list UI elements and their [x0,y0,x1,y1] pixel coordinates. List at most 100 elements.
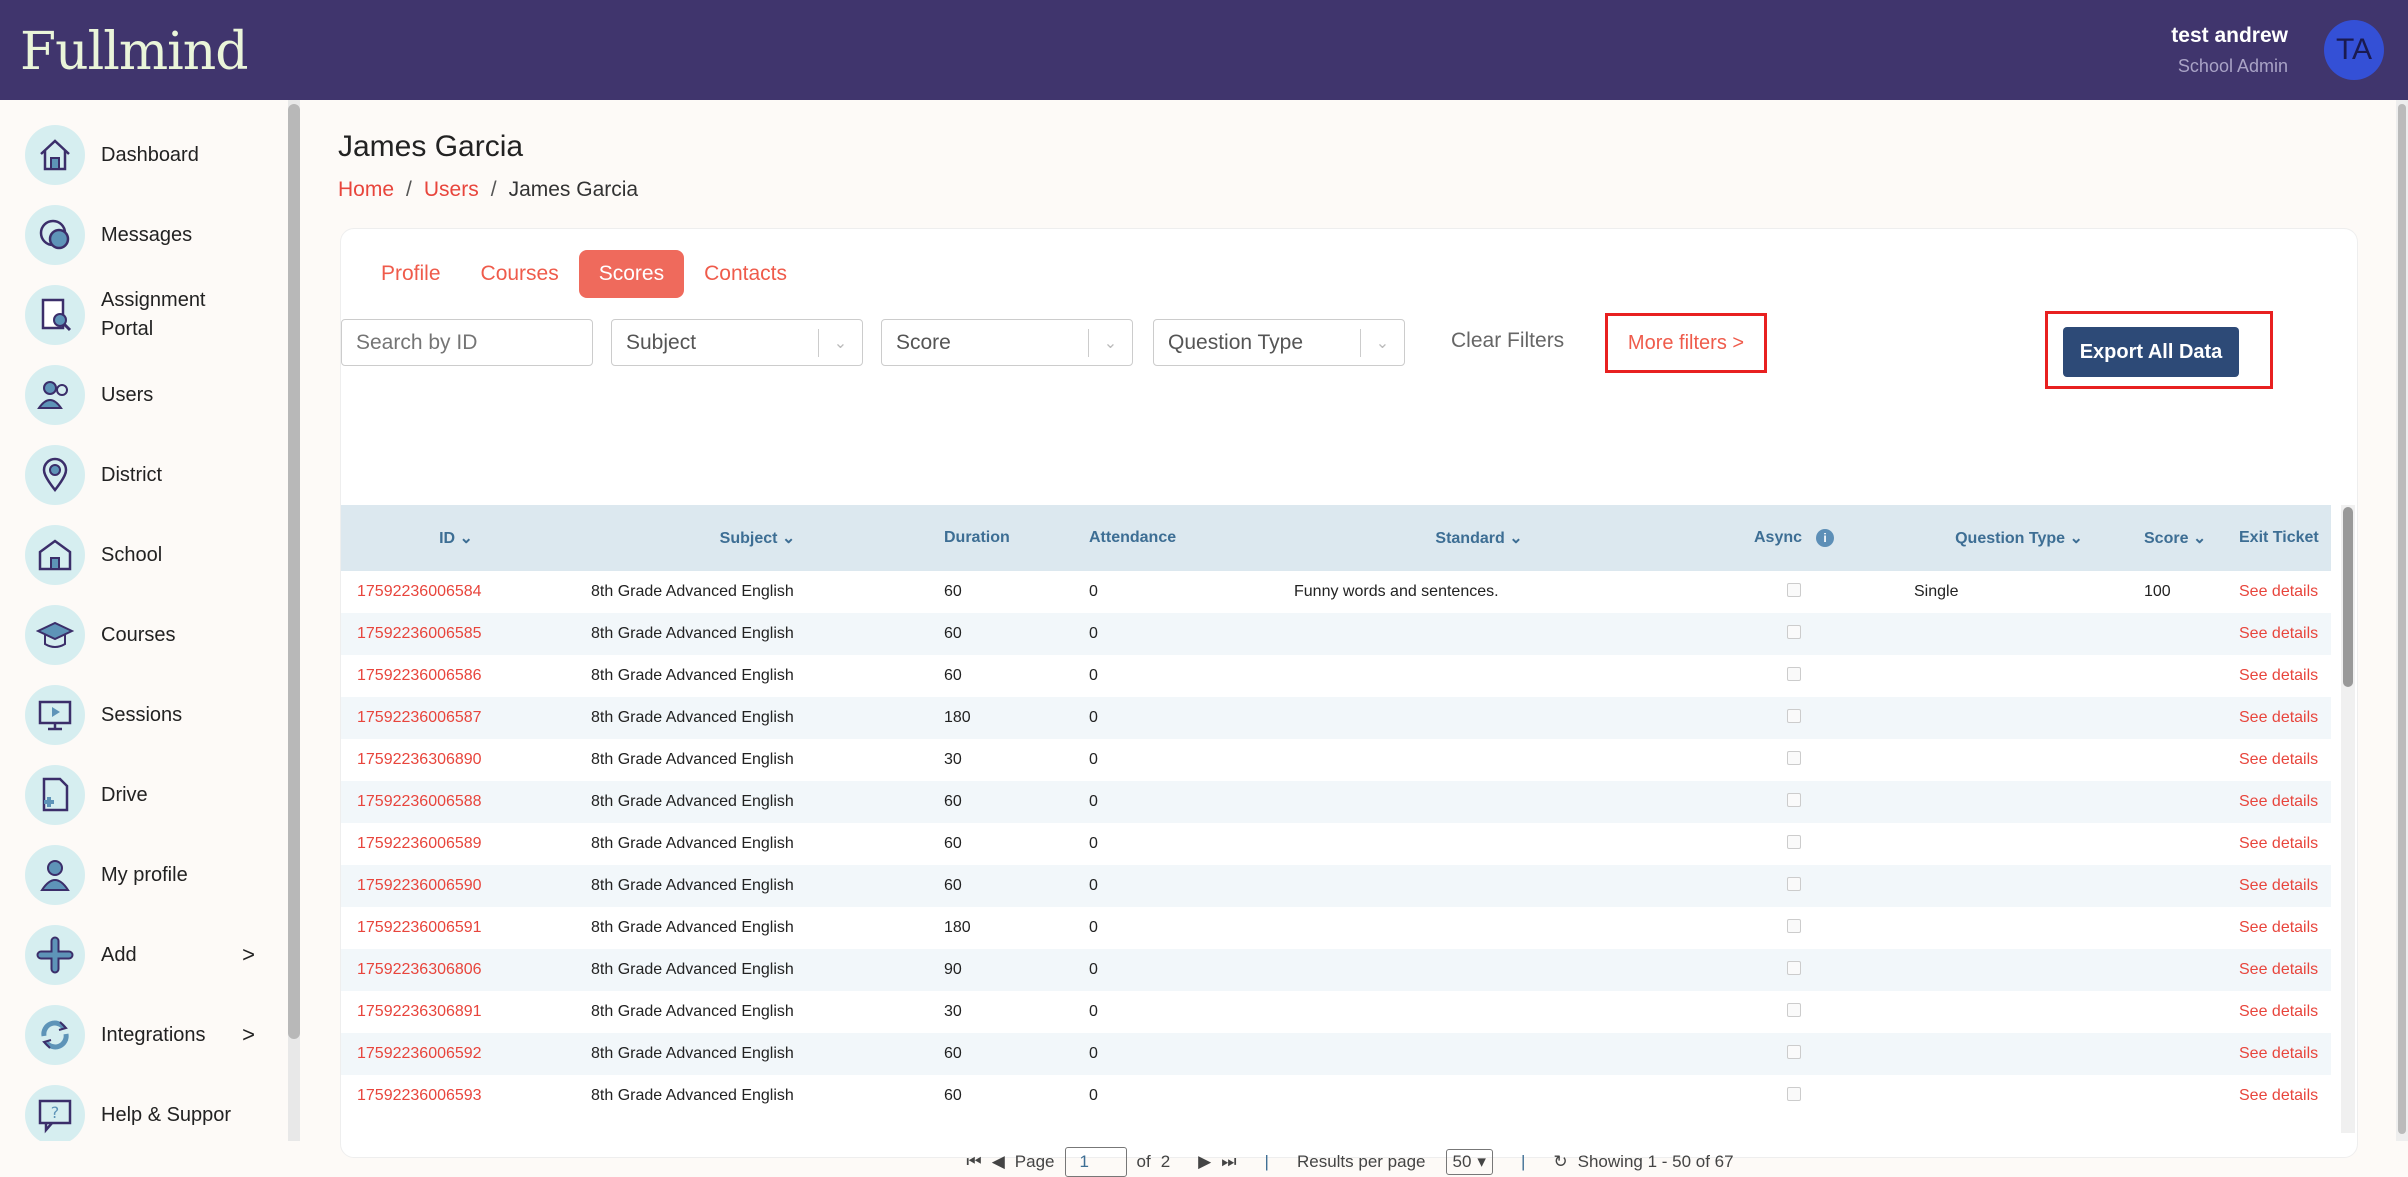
score-id-link[interactable]: 17592236006585 [357,625,482,642]
subject-select[interactable]: Subject⌄ [611,319,863,366]
subject-cell: 8th Grade Advanced English [591,751,794,768]
see-details-link[interactable]: See details [2239,877,2318,894]
see-details-link[interactable]: See details [2239,583,2318,600]
async-checkbox[interactable] [1787,793,1801,807]
svg-text:?: ? [51,1103,60,1122]
subject-cell: 8th Grade Advanced English [591,961,794,978]
score-select[interactable]: Score⌄ [881,319,1133,366]
sidebar-item-add[interactable]: Add> [25,925,265,985]
results-per-page-select[interactable]: 50▾ [1446,1149,1493,1175]
score-id-link[interactable]: 17592236306891 [357,1003,482,1020]
sidebar-item-help-suppor[interactable]: ?Help & Suppor [25,1085,265,1141]
async-checkbox[interactable] [1787,583,1801,597]
table-row: 175922360065938th Grade Advanced English… [341,1075,2331,1117]
async-checkbox[interactable] [1787,1045,1801,1059]
column-header-subject[interactable]: Subject ⌄ [571,505,944,571]
breadcrumb-users[interactable]: Users [424,178,479,201]
column-header-exit-ticket: Exit Ticket [2239,505,2331,571]
score-id-link[interactable]: 17592236006588 [357,793,482,810]
info-icon[interactable]: i [1816,529,1834,547]
score-id-link[interactable]: 17592236006587 [357,709,482,726]
sidebar-item-school[interactable]: School [25,525,265,585]
prev-page-icon[interactable]: ◀ [992,1152,1005,1172]
users-icon [25,365,85,425]
async-checkbox[interactable] [1787,919,1801,933]
score-id-link[interactable]: 17592236006591 [357,919,482,936]
async-checkbox[interactable] [1787,877,1801,891]
first-page-icon[interactable]: ⏮ [966,1152,981,1172]
score-id-link[interactable]: 17592236006590 [357,877,482,894]
score-id-link[interactable]: 17592236006589 [357,835,482,852]
sidebar-item-integrations[interactable]: Integrations> [25,1005,265,1065]
see-details-link[interactable]: See details [2239,919,2318,936]
async-checkbox[interactable] [1787,625,1801,639]
attendance-cell: 0 [1089,1003,1098,1020]
page-scrollbar-thumb[interactable] [2398,104,2406,1134]
search-input[interactable] [341,319,593,366]
more-filters-button[interactable]: More filters > [1605,313,1767,373]
async-checkbox[interactable] [1787,1087,1801,1101]
see-details-link[interactable]: See details [2239,961,2318,978]
score-id-link[interactable]: 17592236006586 [357,667,482,684]
see-details-link[interactable]: See details [2239,667,2318,684]
sidebar-item-sessions[interactable]: Sessions [25,685,265,745]
export-all-data-button[interactable]: Export All Data [2063,327,2239,377]
async-checkbox[interactable] [1787,667,1801,681]
question-type-select[interactable]: Question Type⌄ [1153,319,1405,366]
see-details-link[interactable]: See details [2239,625,2318,642]
column-header-standard[interactable]: Standard ⌄ [1264,505,1694,571]
see-details-link[interactable]: See details [2239,1087,2318,1104]
clear-filters-button[interactable]: Clear Filters [1451,329,1564,353]
last-page-icon[interactable]: ⏭ [1221,1152,1236,1172]
score-id-link[interactable]: 17592236006592 [357,1045,482,1062]
breadcrumb-home[interactable]: Home [338,178,394,201]
column-header-question-type[interactable]: Question Type ⌄ [1894,505,2144,571]
chevron-right-icon[interactable]: > [242,1022,255,1048]
sidebar-item-drive[interactable]: Drive [25,765,265,825]
score-id-link[interactable]: 17592236006593 [357,1087,482,1104]
async-checkbox[interactable] [1787,835,1801,849]
chevron-down-icon: ⌄ [1088,329,1132,357]
tab-scores[interactable]: Scores [579,250,684,298]
tab-contacts[interactable]: Contacts [684,250,807,298]
page-input[interactable]: 1 [1065,1147,1127,1177]
see-details-link[interactable]: See details [2239,751,2318,768]
chevron-right-icon[interactable]: > [242,942,255,968]
refresh-icon[interactable]: ↻ [1553,1152,1567,1172]
score-id-link[interactable]: 17592236006584 [357,583,482,600]
async-checkbox[interactable] [1787,709,1801,723]
user-icon [25,845,85,905]
async-checkbox[interactable] [1787,751,1801,765]
see-details-link[interactable]: See details [2239,1003,2318,1020]
sidebar-item-dashboard[interactable]: Dashboard [25,125,265,185]
see-details-link[interactable]: See details [2239,835,2318,852]
tab-courses[interactable]: Courses [461,250,579,298]
fullmind-logo[interactable]: Fullmind [20,22,248,82]
avatar[interactable]: TA [2324,20,2384,80]
column-header-id[interactable]: ID ⌄ [341,505,571,571]
see-details-link[interactable]: See details [2239,793,2318,810]
sidebar-item-label: Sessions [101,701,182,730]
sidebar-item-users[interactable]: Users [25,365,265,425]
score-id-link[interactable]: 17592236306890 [357,751,482,768]
async-checkbox[interactable] [1787,1003,1801,1017]
sidebar-item-label: District [101,461,162,490]
sidebar-item-courses[interactable]: Courses [25,605,265,665]
see-details-link[interactable]: See details [2239,1045,2318,1062]
sidebar-scrollbar-thumb[interactable] [288,104,300,1039]
standard-cell: Funny words and sentences. [1294,583,1499,600]
next-page-icon[interactable]: ▶ [1198,1152,1211,1172]
table-scrollbar-thumb[interactable] [2343,507,2353,687]
sidebar-item-my-profile[interactable]: My profile [25,845,265,905]
tab-profile[interactable]: Profile [361,250,461,298]
sidebar-item-district[interactable]: District [25,445,265,505]
sidebar-item-messages[interactable]: Messages [25,205,265,265]
score-id-link[interactable]: 17592236306806 [357,961,482,978]
user-info[interactable]: test andrew School Admin [2171,24,2288,77]
column-header-score[interactable]: Score ⌄ [2144,505,2239,571]
sidebar-item-assignment-portal[interactable]: Assignment Portal [25,285,265,345]
async-checkbox[interactable] [1787,961,1801,975]
attendance-cell: 0 [1089,709,1098,726]
column-header-async: Asynci [1694,505,1894,571]
see-details-link[interactable]: See details [2239,709,2318,726]
